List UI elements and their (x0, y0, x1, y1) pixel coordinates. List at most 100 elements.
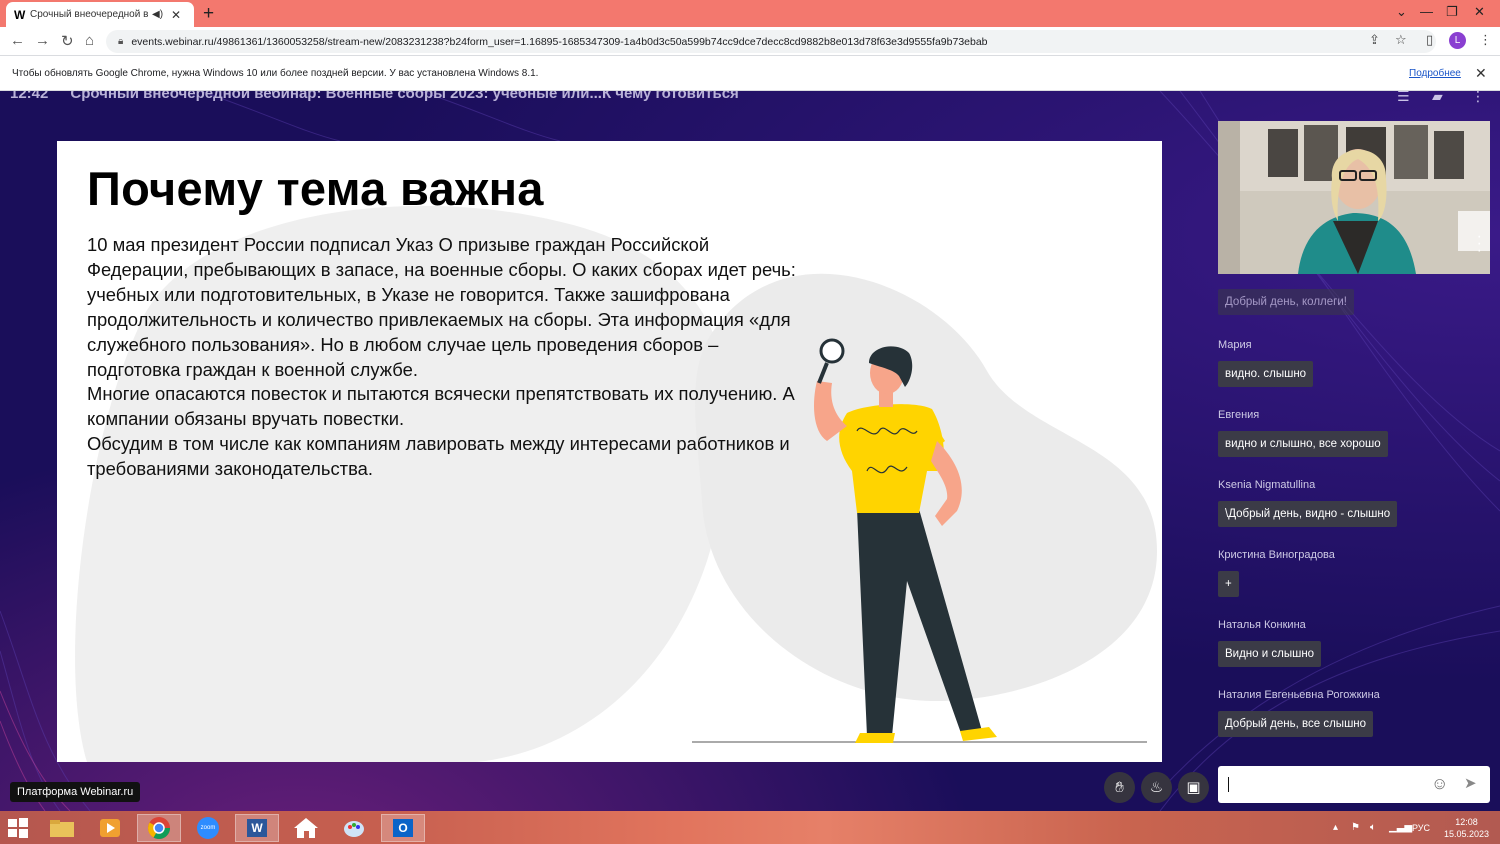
browser-tab[interactable]: W Срочный внеочередной ве ◀) ✕ (6, 2, 194, 27)
chat-message: Наталья Конкина Видно и слышно (1218, 619, 1490, 689)
text-caret (1228, 777, 1229, 792)
speaker-icon[interactable]: ◀) (152, 9, 163, 20)
outlook-label: O (398, 821, 408, 835)
more-options-icon[interactable]: ⋮ (1471, 91, 1485, 105)
taskbar-home[interactable] (284, 814, 328, 842)
side-panel-icon[interactable]: ▯ (1426, 32, 1433, 48)
taskbar-media-player[interactable] (88, 814, 132, 842)
chat-message: Кристина Виноградова + (1218, 549, 1490, 619)
chat-message-text: \Добрый день, видно - слышно (1218, 501, 1398, 527)
minimize-icon[interactable]: — (1420, 4, 1433, 19)
chat-list-icon[interactable]: ☰ (1397, 91, 1410, 105)
slide-paragraph: Многие опасаются повесток и пытаются вся… (87, 383, 795, 430)
chat-message: Наталия Евгеньевна Рогожкина Добрый день… (1218, 689, 1490, 759)
zoom-label: zoom (200, 825, 216, 831)
tray-expand-icon[interactable]: ▴ (1333, 822, 1338, 833)
infobar-close-icon[interactable]: ✕ (1475, 65, 1487, 82)
chat-message-author: Мария (1218, 339, 1252, 351)
send-icon[interactable]: ➤ (1464, 774, 1477, 792)
chat-message-text: Видно и слышно (1218, 641, 1322, 667)
hand-icon: ✋︎ (1115, 779, 1124, 796)
slide-body: 10 мая президент России подписал Указ О … (87, 233, 797, 482)
chat-message-author: Наталья Конкина (1218, 619, 1306, 631)
chat-message: Мария видно. слышно (1218, 339, 1490, 409)
taskbar-chrome[interactable] (137, 814, 181, 842)
slide-title: Почему тема важна (87, 162, 544, 215)
taskbar-file-explorer[interactable] (40, 814, 84, 842)
lock-icon[interactable]: 🔒︎ (118, 36, 123, 47)
webinar-title: Срочный внеочередной вебинар: Военные сб… (70, 91, 739, 102)
media-player-icon (100, 819, 120, 837)
back-icon[interactable]: ← (10, 32, 25, 49)
clock-date: 15.05.2023 (1444, 829, 1490, 839)
window-close-icon[interactable]: ✕ (1474, 4, 1485, 20)
chevron-down-icon[interactable]: ⌄ (1396, 4, 1407, 20)
paint-palette-icon (344, 821, 364, 837)
webinar-header: 12:42 Срочный внеочередной вебинар: Военн… (10, 91, 761, 102)
slide-paragraph: Обсудим в том числе как компаниям лавиро… (87, 433, 790, 480)
infobar-learn-more-link[interactable]: Подробнее (1409, 68, 1461, 79)
reload-icon[interactable]: ↻ (61, 32, 74, 50)
windows-taskbar: zoom W O ▴ ⚑ 🔈︎ ▁▃▅ РУС 12:08 15.05.2023 (0, 811, 1500, 844)
webinar-time: 12:42 (10, 91, 49, 102)
questions-icon[interactable]: ▰ (1432, 91, 1443, 105)
restore-icon[interactable]: ❐ (1446, 4, 1458, 20)
network-icon[interactable]: ▁▃▅ (1389, 822, 1412, 833)
presentation-slide: Почему тема важна 10 мая президент Росси… (57, 141, 1162, 762)
share-icon[interactable]: ⇪ (1369, 32, 1380, 48)
infobar-message: Чтобы обновлять Google Chrome, нужна Win… (12, 68, 539, 79)
presenter-video[interactable]: · · · (1218, 121, 1490, 274)
chat-message-author: Кристина Виноградова (1218, 549, 1335, 561)
url-text[interactable]: events.webinar.ru/49861361/1360053258/st… (131, 36, 987, 48)
chat-message-text: видно и слышно, все хорошо (1218, 431, 1388, 457)
new-tab-icon[interactable]: + (203, 3, 214, 25)
picture-in-picture-button[interactable]: ▣ (1178, 772, 1209, 803)
chat-panel: Добрый день, коллеги! Мария видно. слышн… (1218, 289, 1490, 759)
browser-tab-bar: W Срочный внеочередной ве ◀) ✕ + ⌄ — ❐ ✕ (0, 0, 1500, 27)
browser-toolbar: ← → ↻ ⌂ 🔒︎ events.webinar.ru/49861361/13… (0, 27, 1500, 55)
platform-badge: Платформа Webinar.ru (10, 782, 141, 802)
word-label: W (251, 821, 263, 835)
raise-hand-button[interactable]: ✋︎ (1104, 772, 1135, 803)
fire-icon: ♨ (1149, 779, 1164, 796)
taskbar-zoom[interactable]: zoom (186, 814, 230, 842)
chat-message-author: Наталия Евгеньевна Рогожкина (1218, 689, 1380, 701)
chrome-icon (148, 817, 170, 839)
chat-message-author: Ksenia Nigmatullina (1218, 479, 1316, 491)
chat-message: Евгения видно и слышно, все хорошо (1218, 409, 1490, 479)
volume-icon[interactable]: 🔈︎ (1370, 822, 1376, 833)
flag-icon[interactable]: ⚑ (1351, 822, 1360, 833)
taskbar-paint[interactable] (332, 814, 376, 842)
menu-kebab-icon[interactable]: ⋮ (1479, 32, 1492, 48)
bookmark-star-icon[interactable]: ☆ (1395, 32, 1407, 48)
reaction-button[interactable]: ♨ (1141, 772, 1172, 803)
system-clock[interactable]: 12:08 15.05.2023 (1444, 816, 1489, 840)
webinar-stage: 12:42 Срочный внеочередной вебинар: Военн… (0, 91, 1500, 811)
chat-message-text: Добрый день, все слышно (1218, 711, 1374, 737)
chat-message-author: Евгения (1218, 409, 1260, 421)
address-bar[interactable]: 🔒︎ events.webinar.ru/49861361/1360053258… (106, 30, 1436, 53)
update-infobar: Чтобы обновлять Google Chrome, нужна Win… (0, 55, 1500, 91)
house-icon (294, 818, 318, 838)
tab-title: Срочный внеочередной ве (30, 9, 148, 20)
slide-paragraph: 10 мая президент России подписал Указ О … (87, 234, 796, 380)
windows-start-icon[interactable] (7, 817, 29, 839)
close-tab-icon[interactable]: ✕ (171, 8, 181, 22)
presenter-video-frame (1218, 121, 1490, 274)
video-more-icon[interactable]: · · · (1477, 229, 1482, 259)
profile-avatar[interactable]: L (1449, 32, 1466, 49)
home-icon[interactable]: ⌂ (85, 32, 94, 49)
chat-message-text: видно. слышно (1218, 361, 1314, 387)
chat-input[interactable]: ☺ ➤ (1218, 766, 1490, 803)
folder-icon (50, 820, 74, 837)
forward-icon[interactable]: → (35, 32, 50, 49)
pip-icon: ▣ (1186, 779, 1201, 796)
emoji-icon[interactable]: ☺ (1431, 774, 1448, 794)
taskbar-word[interactable]: W (235, 814, 279, 842)
taskbar-outlook[interactable]: O (381, 814, 425, 842)
chat-message-text: + (1218, 571, 1239, 597)
clock-time: 12:08 (1455, 817, 1478, 827)
input-language[interactable]: РУС (1412, 823, 1430, 833)
webinar-favicon-icon: W (14, 7, 26, 22)
chat-message-text: Добрый день, коллеги! (1218, 289, 1354, 315)
